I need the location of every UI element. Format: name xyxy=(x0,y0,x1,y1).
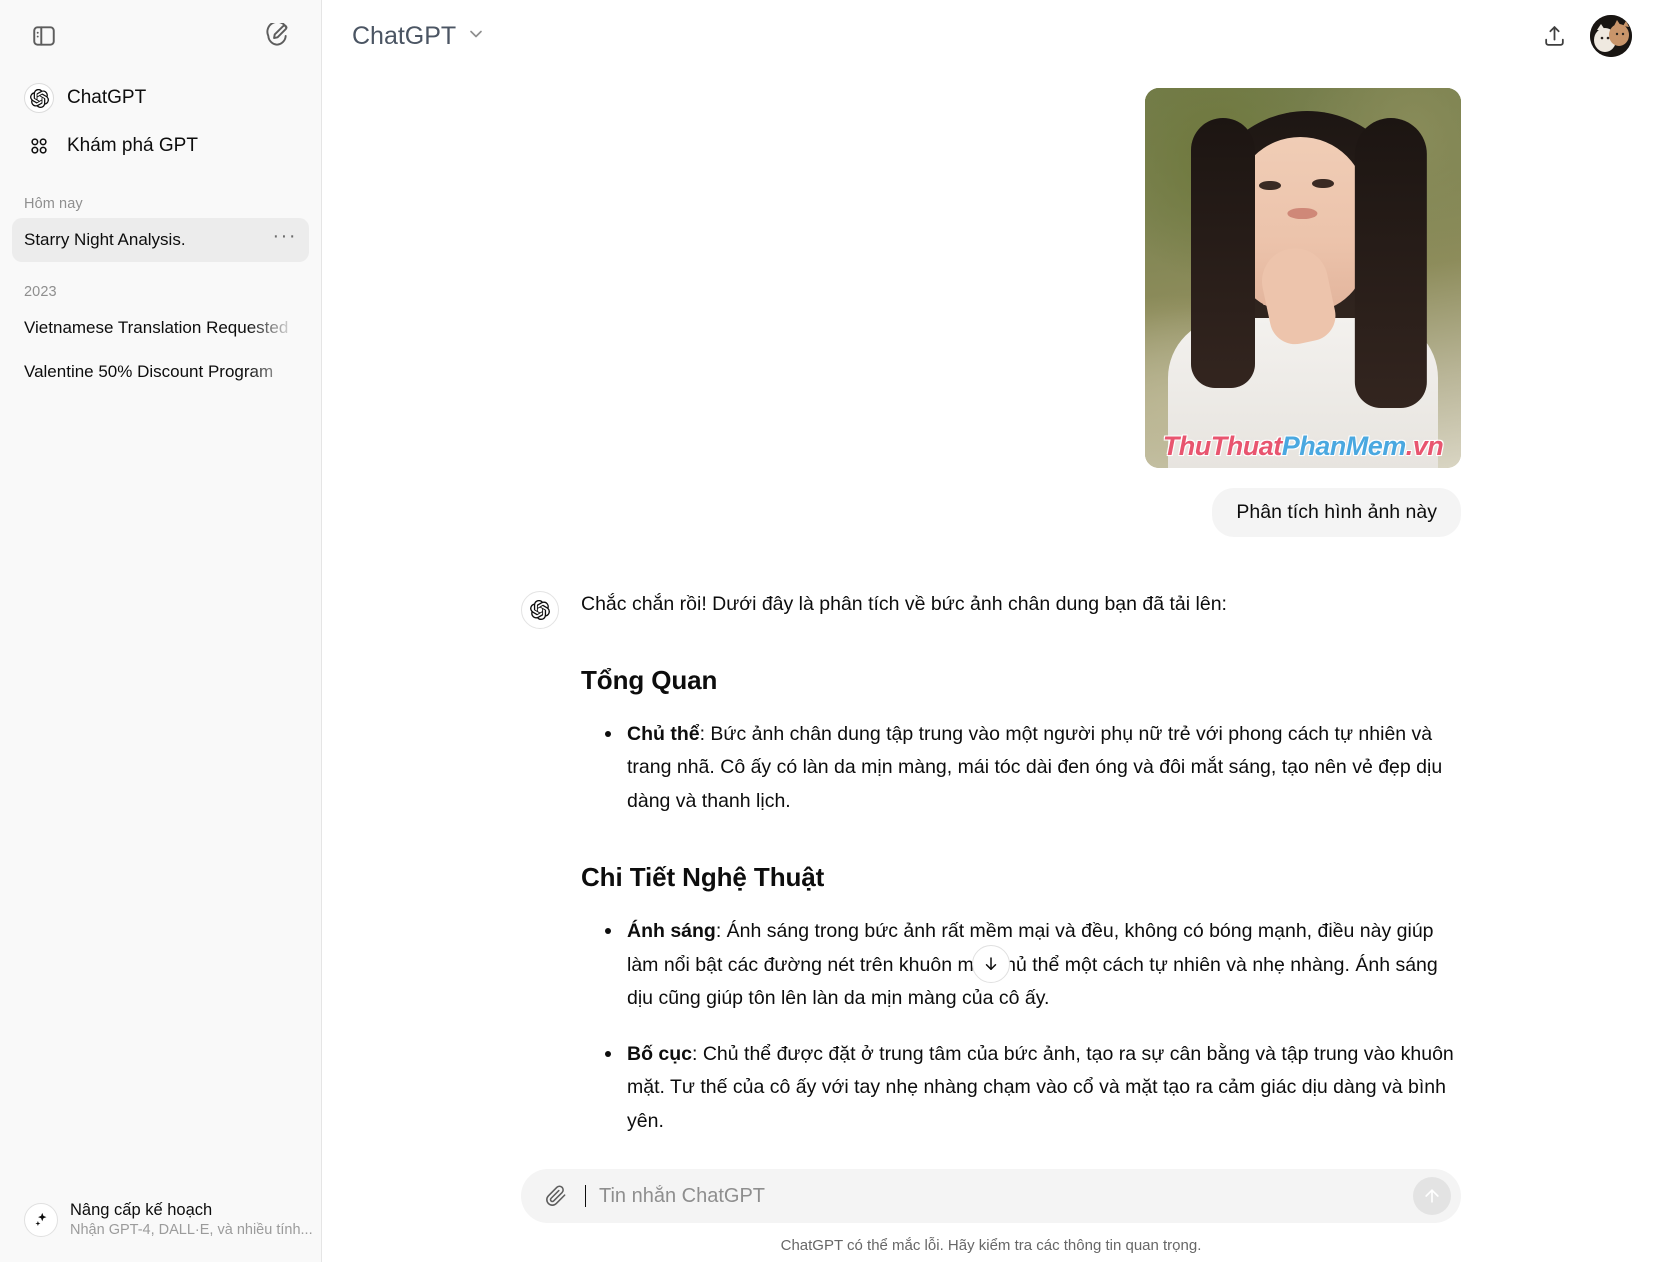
assistant-bullet: Bố cục: Chủ thể được đặt ở trung tâm của… xyxy=(603,1038,1461,1139)
openai-logo-icon xyxy=(24,83,54,113)
assistant-intro-text: Chắc chắn rồi! Dưới đây là phân tích về … xyxy=(581,593,1227,615)
sparkles-icon xyxy=(24,1203,58,1238)
share-upload-icon[interactable] xyxy=(1534,16,1574,56)
text-caret xyxy=(585,1185,586,1207)
user-message-bubble: Phân tích hình ảnh này xyxy=(1212,488,1461,537)
sidebar-nav: ChatGPT Khám phá GPT xyxy=(0,74,321,170)
sidebar-toggle-icon[interactable] xyxy=(24,16,64,56)
bullet-term: Bố cục xyxy=(627,1042,693,1065)
watermark-part-2: PhanMem xyxy=(1281,431,1407,461)
message-composer[interactable] xyxy=(521,1169,1461,1223)
photo-eye-left xyxy=(1258,181,1281,191)
grid-dots-icon xyxy=(24,131,54,161)
message-input[interactable] xyxy=(599,1179,1401,1213)
upgrade-plan-button[interactable]: Nâng cấp kế hoạch Nhận GPT-4, DALL·E, và… xyxy=(12,1190,313,1250)
assistant-bullets-overview: Chủ thể: Bức ảnh chân dung tập trung vào… xyxy=(581,718,1461,819)
assistant-bullets-artistic-details: Ánh sáng: Ánh sáng trong bức ảnh rất mềm… xyxy=(581,915,1461,1138)
sidebar-item-label: ChatGPT xyxy=(67,87,147,108)
sidebar-item-chatgpt[interactable]: ChatGPT xyxy=(12,74,309,122)
bullet-term: Chủ thể xyxy=(627,722,700,745)
sidebar: ChatGPT Khám phá GPT Hôm nay Starry Nigh… xyxy=(0,0,322,1262)
sidebar-item-explore-gpts[interactable]: Khám phá GPT xyxy=(12,122,309,170)
chat-item-title: Starry Night Analysis. xyxy=(24,230,186,249)
photo-hair-strand-left xyxy=(1191,118,1255,389)
bullet-text: : Ánh sáng trong bức ảnh rất mềm mại và … xyxy=(627,920,1438,1010)
paperclip-icon[interactable] xyxy=(539,1179,573,1213)
model-selector[interactable]: ChatGPT xyxy=(342,16,498,57)
image-watermark: ThuThuatPhanMem.vn xyxy=(1155,433,1451,460)
assistant-heading-artistic-details: Chi Tiết Nghệ Thuật xyxy=(581,862,825,893)
sidebar-header xyxy=(0,0,321,72)
openai-logo-icon xyxy=(521,591,559,629)
assistant-heading-overview: Tổng Quan xyxy=(581,664,718,695)
user-turn: ThuThuatPhanMem.vn Phân tích hình ảnh nà… xyxy=(521,88,1461,537)
scroll-to-bottom-button[interactable] xyxy=(972,945,1010,983)
send-message-button[interactable] xyxy=(1413,1177,1451,1215)
top-bar: ChatGPT xyxy=(322,0,1660,72)
uploaded-image-attachment[interactable]: ThuThuatPhanMem.vn xyxy=(1145,88,1461,468)
assistant-message-body: Chắc chắn rồi! Dưới đây là phân tích về … xyxy=(581,589,1461,1160)
composer-area: ChatGPT có thể mắc lỗi. Hãy kiểm tra các… xyxy=(322,1169,1660,1262)
chat-item-title: Valentine 50% Discount Program xyxy=(24,362,274,381)
model-name-label: ChatGPT xyxy=(352,21,457,50)
chat-item-options-icon[interactable]: ··· xyxy=(273,226,297,254)
chat-list-item-starry-night[interactable]: Starry Night Analysis. ··· xyxy=(12,218,309,262)
user-avatar[interactable] xyxy=(1590,15,1632,57)
bullet-text: : Bức ảnh chân dung tập trung vào một ng… xyxy=(627,722,1443,812)
new-chat-pencil-icon[interactable] xyxy=(257,16,297,56)
sidebar-footer: Nâng cấp kế hoạch Nhận GPT-4, DALL·E, và… xyxy=(0,1190,321,1262)
bullet-term: Ánh sáng xyxy=(627,920,716,943)
chevron-down-icon xyxy=(466,24,486,49)
bullet-text: : Chủ thể được đặt ở trung tâm của bức ả… xyxy=(627,1042,1454,1132)
assistant-bullet: Chủ thể: Bức ảnh chân dung tập trung vào… xyxy=(603,718,1461,819)
assistant-bullet: Ánh sáng: Ánh sáng trong bức ảnh rất mềm… xyxy=(603,915,1461,1016)
chat-group-2023: 2023 Vietnamese Translation Requested Va… xyxy=(0,284,321,394)
chat-group-today: Hôm nay Starry Night Analysis. ··· xyxy=(0,196,321,262)
chatgpt-app: ChatGPT Khám phá GPT Hôm nay Starry Nigh… xyxy=(0,0,1660,1262)
chat-group-label: 2023 xyxy=(24,284,57,300)
chat-list-item-valentine-discount[interactable]: Valentine 50% Discount Program xyxy=(12,350,309,394)
disclaimer-text: ChatGPT có thể mắc lỗi. Hãy kiểm tra các… xyxy=(780,1237,1202,1254)
watermark-part-3: .vn xyxy=(1405,431,1444,461)
upgrade-title: Nâng cấp kế hoạch xyxy=(70,1201,213,1220)
sidebar-item-label: Khám phá GPT xyxy=(67,135,198,156)
main-panel: ChatGPT ThuThuatPhanMem.vn Phân tích hìn… xyxy=(322,0,1660,1262)
conversation-scroll-area[interactable]: ThuThuatPhanMem.vn Phân tích hình ảnh nà… xyxy=(322,72,1660,1169)
chat-item-title: Vietnamese Translation Requested xyxy=(24,318,289,337)
chat-group-label: Hôm nay xyxy=(24,196,83,212)
top-bar-actions xyxy=(1534,15,1632,57)
photo-hair-strand-right xyxy=(1354,118,1427,409)
conversation-content: ThuThuatPhanMem.vn Phân tích hình ảnh nà… xyxy=(521,72,1461,1160)
assistant-turn: Chắc chắn rồi! Dưới đây là phân tích về … xyxy=(521,589,1461,1160)
photo-lips xyxy=(1287,207,1318,219)
chat-list-item-vietnamese-translation[interactable]: Vietnamese Translation Requested xyxy=(12,306,309,350)
watermark-part-1: ThuThuat xyxy=(1162,431,1282,461)
upgrade-text-block: Nâng cấp kế hoạch Nhận GPT-4, DALL·E, và… xyxy=(70,1199,313,1241)
upgrade-subtitle: Nhận GPT-4, DALL·E, và nhiều tính... xyxy=(70,1222,313,1239)
